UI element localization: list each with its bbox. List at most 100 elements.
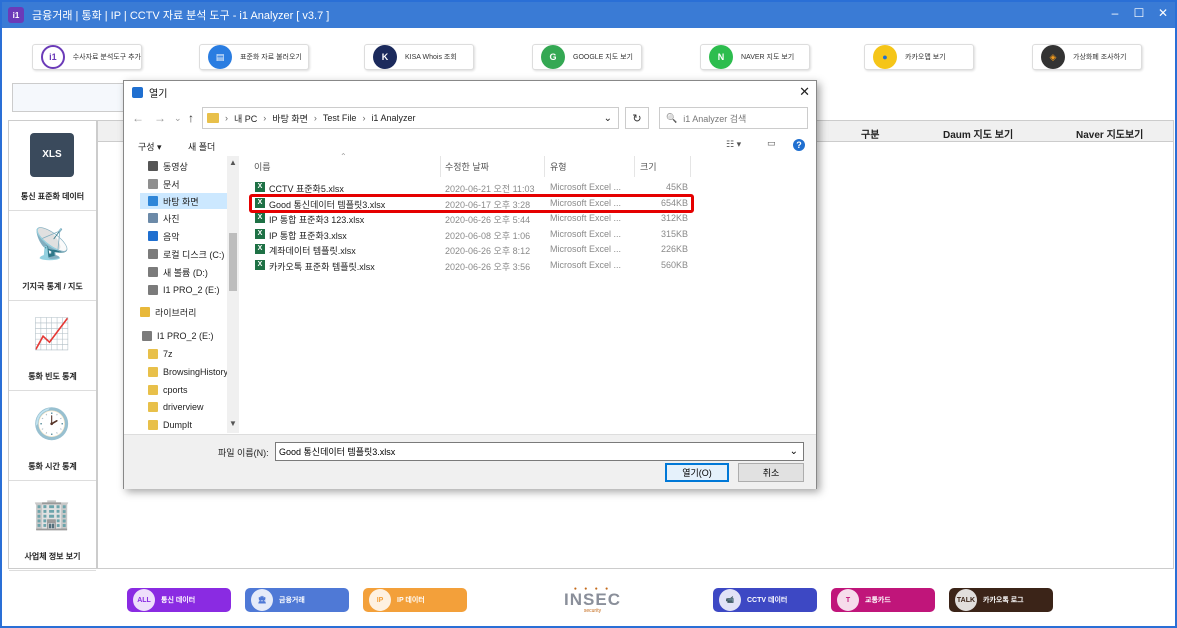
title-bar: i1 금융거래 | 통화 | IP | CCTV 자료 분석 도구 - i1 A… xyxy=(2,2,1175,28)
file-name: IP 통합 표준화3.xlsx xyxy=(269,230,347,241)
column-header-category[interactable]: 구분 xyxy=(861,126,879,141)
column-header-naver-map[interactable]: Naver 지도보기 xyxy=(1076,126,1143,141)
organize-button[interactable]: 구성 ▾ xyxy=(138,140,162,153)
nav-item-13[interactable]: driverview xyxy=(148,399,204,415)
dialog-close-button[interactable]: ✕ xyxy=(799,84,810,100)
nav-item-0[interactable]: 동영상 xyxy=(148,158,188,174)
bottom-button-3[interactable]: 📹 CCTV 데이터 xyxy=(713,588,817,612)
column-size[interactable]: 크기 xyxy=(640,160,657,173)
filename-dropdown-icon[interactable]: ⌄ xyxy=(790,446,798,457)
toolbar-button-1[interactable]: ▤ 표준화 자료 불러오기 xyxy=(199,44,309,70)
nav-item-12[interactable]: cports xyxy=(148,382,188,398)
folder-search-input[interactable]: 🔍 i1 Analyzer 검색 xyxy=(659,107,808,129)
bottom-button-1[interactable]: 🏛 금융거래 xyxy=(245,588,349,612)
nav-item-1[interactable]: 문서 xyxy=(148,176,180,192)
xls-file-icon: XLS xyxy=(30,133,74,177)
sidebar-item-label: 통화 시간 통계 xyxy=(28,462,77,471)
sidebar-item-0[interactable]: XLS 통신 표준화 데이터 xyxy=(9,121,96,211)
column-header-daum-map[interactable]: Daum 지도 보기 xyxy=(943,126,1013,141)
sidebar: XLS 통신 표준화 데이터 📡 기지국 통계 / 지도 📈 통화 빈도 통계 🕑 통화 시간… xyxy=(8,120,97,571)
nav-item-label: 바탕 화면 xyxy=(163,196,199,207)
sidebar-item-1[interactable]: 📡 기지국 통계 / 지도 xyxy=(9,211,96,301)
nav-item-6[interactable]: 새 볼륨 (D:) xyxy=(148,264,208,280)
maximize-button[interactable]: ☐ xyxy=(1130,6,1148,20)
help-icon[interactable]: ? xyxy=(793,139,805,151)
back-arrow-icon[interactable]: ← xyxy=(132,111,144,125)
sidebar-item-4[interactable]: 🏢 사업체 정보 보기 xyxy=(9,481,96,571)
column-type[interactable]: 유형 xyxy=(550,160,567,173)
nav-item-11[interactable]: BrowsingHistory xyxy=(148,364,228,380)
file-row-2[interactable]: X IP 통합 표준화3 123.xlsx 2020-06-26 오후 5:44 Mi… xyxy=(250,211,692,226)
open-button[interactable]: 열기(O) xyxy=(665,463,729,482)
sidebar-item-2[interactable]: 📈 통화 빈도 통계 xyxy=(9,301,96,391)
video-folder-icon xyxy=(148,161,158,171)
refresh-icon[interactable]: ↻ xyxy=(625,107,649,129)
toolbar-button-4[interactable]: N NAVER 지도 보기 xyxy=(700,44,810,70)
file-row-0[interactable]: X CCTV 표준화5.xlsx 2020-06-21 오전 11:03 Micros… xyxy=(250,180,692,195)
bottom-button-label: IP 데이터 xyxy=(397,597,425,604)
nav-item-7[interactable]: I1 PRO_2 (E:) xyxy=(148,282,220,298)
column-date[interactable]: 수정한 날짜 xyxy=(445,160,489,173)
preview-pane-icon[interactable]: ▭ xyxy=(767,138,776,149)
address-dropdown-icon[interactable]: ⌄ xyxy=(604,113,612,124)
bottom-button-0[interactable]: ALL 통신 데이터 xyxy=(127,588,231,612)
nav-item-label: BrowsingHistory xyxy=(163,367,229,377)
excel-file-icon: X xyxy=(255,228,265,239)
toolbar-button-5[interactable]: ● 카카오맵 보기 xyxy=(864,44,974,70)
nav-item-8[interactable]: 라이브러리 xyxy=(140,304,196,320)
nav-item-label: driverview xyxy=(163,402,204,412)
filename-value: Good 통신데이터 템플릿3.xlsx xyxy=(279,447,396,457)
file-name: IP 통합 표준화3 123.xlsx xyxy=(269,215,365,225)
bottom-button-4[interactable]: T 교통카드 xyxy=(831,588,935,612)
new-folder-button[interactable]: 새 폴더 xyxy=(188,140,215,153)
filename-input[interactable]: Good 통신데이터 템플릿3.xlsx ⌄ xyxy=(275,442,804,461)
toolbar-button-2[interactable]: K KISA Whois 조회 xyxy=(364,44,474,70)
breadcrumb-test-file[interactable]: Test File xyxy=(323,113,357,123)
column-name[interactable]: 이름 xyxy=(254,160,271,173)
dialog-nav-row: ← → ⌄ ↑ › 내 PC › 바탕 화면 › Test File › i1 … xyxy=(124,107,816,131)
nav-item-9[interactable]: I1 PRO_2 (E:) xyxy=(142,328,214,344)
ip-map-icon: IP xyxy=(369,589,391,611)
nav-pane-scrollbar[interactable]: ▲ ▼ xyxy=(227,156,239,433)
sidebar-item-3[interactable]: 🕑 통화 시간 통계 xyxy=(9,391,96,481)
nav-item-14[interactable]: DumpIt xyxy=(148,417,192,433)
nav-item-label: 새 볼륨 (D:) xyxy=(163,267,208,278)
drive-icon xyxy=(148,267,158,277)
breadcrumb-i1-analyzer[interactable]: i1 Analyzer xyxy=(371,113,415,123)
pictures-folder-icon xyxy=(148,213,158,223)
cctv-icon: 📹 xyxy=(719,589,741,611)
file-row-4[interactable]: X 계좌데이터 템플릿.xlsx 2020-06-26 오후 8:12 Microso… xyxy=(250,242,692,257)
recent-dropdown-icon[interactable]: ⌄ xyxy=(174,113,182,124)
nav-item-10[interactable]: 7z xyxy=(148,346,173,362)
close-button[interactable]: ✕ xyxy=(1154,6,1172,20)
telecom-icon: ALL xyxy=(133,589,155,611)
file-row-5[interactable]: X 카카오톡 표준화 템플릿.xlsx 2020-06-26 오후 3:56 Micr… xyxy=(250,258,692,273)
dialog-title-bar: 열기 ✕ xyxy=(124,81,816,103)
address-bar[interactable]: › 내 PC › 바탕 화면 › Test File › i1 Analyzer… xyxy=(202,107,619,129)
toolbar-button-label: NAVER 지도 보기 xyxy=(741,54,795,61)
cancel-button[interactable]: 취소 xyxy=(738,463,804,482)
nav-item-5[interactable]: 로컬 디스크 (C:) xyxy=(148,246,224,262)
toolbar-button-6[interactable]: ◈ 가상화폐 조사하기 xyxy=(1032,44,1142,70)
file-type: Microsoft Excel ... xyxy=(550,182,622,192)
file-row-3[interactable]: X IP 통합 표준화3.xlsx 2020-06-08 오후 1:06 Micros… xyxy=(250,227,692,242)
nav-item-2[interactable]: 바탕 화면 xyxy=(140,193,228,209)
bottom-button-5[interactable]: TALK 카카오톡 로그 xyxy=(949,588,1053,612)
view-options-icon[interactable]: ☷ ▾ xyxy=(726,139,741,150)
breadcrumb-desktop[interactable]: 바탕 화면 xyxy=(272,112,308,125)
nav-item-3[interactable]: 사진 xyxy=(148,210,180,226)
breadcrumb-this-pc[interactable]: 내 PC xyxy=(234,112,257,125)
toolbar-button-0[interactable]: i1 수사자료 분석도구 추가 xyxy=(32,44,142,70)
search-strip[interactable] xyxy=(12,83,127,112)
toolbar-button-3[interactable]: G GOOGLE 지도 보기 xyxy=(532,44,642,70)
crypto-icon: ◈ xyxy=(1041,45,1065,69)
nav-item-label: 사진 xyxy=(163,213,180,224)
nav-pane-scroll-thumb[interactable] xyxy=(229,233,237,291)
minimize-button[interactable]: – xyxy=(1106,6,1124,20)
library-icon xyxy=(140,307,150,317)
up-arrow-icon[interactable]: ↑ xyxy=(188,111,194,125)
folder-icon xyxy=(148,349,158,359)
bottom-button-2[interactable]: IP IP 데이터 xyxy=(363,588,467,612)
nav-item-4[interactable]: 음악 xyxy=(148,228,180,244)
forward-arrow-icon[interactable]: → xyxy=(154,111,166,125)
